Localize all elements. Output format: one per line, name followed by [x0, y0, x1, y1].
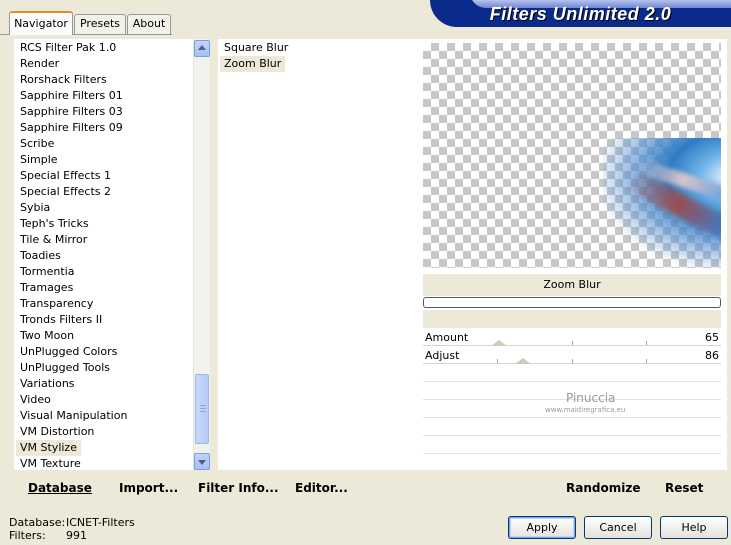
category-item[interactable]: Video	[20, 392, 51, 408]
import-button[interactable]: Import...	[119, 481, 178, 495]
grip-line	[200, 411, 206, 412]
category-item[interactable]: VM Texture	[20, 456, 81, 472]
reset-button[interactable]: Reset	[665, 481, 703, 495]
chevron-up-icon	[198, 45, 206, 50]
category-item[interactable]: Rorshack Filters	[20, 72, 107, 88]
category-item[interactable]: VM Stylize	[16, 440, 81, 456]
watermark-url: www.maidiregrafica.eu	[545, 406, 626, 414]
slider-tick	[572, 341, 573, 345]
scroll-thumb[interactable]	[195, 374, 209, 444]
preview-canvas	[423, 43, 721, 268]
category-item[interactable]: Visual Manipulation	[20, 408, 127, 424]
category-item[interactable]: Two Moon	[20, 328, 74, 344]
category-item[interactable]: Tile & Mirror	[20, 232, 87, 248]
editor-button[interactable]: Editor...	[295, 481, 348, 495]
category-item[interactable]: Scribe	[20, 136, 54, 152]
progress-bar	[423, 297, 721, 308]
slider-tick	[497, 359, 498, 363]
category-item[interactable]: Sapphire Filters 01	[20, 88, 123, 104]
slider-tick	[646, 359, 647, 363]
banner-title: Filters Unlimited 2.0	[489, 4, 672, 24]
tab-presets[interactable]: Presets	[74, 14, 126, 34]
category-item[interactable]: Teph's Tricks	[20, 216, 89, 232]
category-item[interactable]: UnPlugged Colors	[20, 344, 117, 360]
category-item[interactable]: Simple	[20, 152, 58, 168]
scroll-down-button[interactable]	[194, 453, 210, 470]
category-item[interactable]: Transparency	[20, 296, 93, 312]
help-button[interactable]: Help	[660, 516, 728, 539]
category-item[interactable]: Variations	[20, 376, 75, 392]
slider-tick	[572, 359, 573, 363]
row-divider	[423, 417, 721, 418]
category-item[interactable]: Render	[20, 56, 59, 72]
filter-info-button[interactable]: Filter Info...	[198, 481, 279, 495]
grip-line	[200, 405, 206, 406]
tab-navigator[interactable]: Navigator	[9, 11, 73, 35]
database-value: ICNET-Filters	[66, 516, 135, 529]
category-list[interactable]: RCS Filter Pak 1.0 Render Rorshack Filters…	[14, 39, 210, 470]
grip-line	[200, 408, 206, 409]
filter-item[interactable]: Zoom Blur	[220, 56, 286, 72]
watermark-name: Pinuccia	[566, 391, 616, 405]
filters-count: 991	[66, 529, 87, 542]
slider-label: Adjust	[425, 349, 460, 362]
category-item[interactable]: UnPlugged Tools	[20, 360, 110, 376]
category-item[interactable]: Sapphire Filters 09	[20, 120, 123, 136]
category-item[interactable]: RCS Filter Pak 1.0	[20, 40, 116, 56]
category-item[interactable]: Tronds Filters II	[20, 312, 102, 328]
slider-value: 86	[705, 349, 719, 362]
slider-value: 65	[705, 331, 719, 344]
slider-tick	[646, 341, 647, 345]
slider-track	[423, 345, 721, 346]
filter-list[interactable]: Square Blur Zoom Blur	[218, 39, 417, 470]
database-label: Database:	[9, 516, 66, 529]
list-toolbar: Database Import... Filter Info... Editor…	[8, 477, 415, 499]
slider-amount[interactable]: Amount 65	[423, 329, 721, 346]
category-item[interactable]: Special Effects 2	[20, 184, 111, 200]
scroll-up-button[interactable]	[194, 40, 210, 57]
category-item[interactable]: Toadies	[20, 248, 61, 264]
slider-adjust[interactable]: Adjust 86	[423, 347, 721, 364]
category-item[interactable]: Sapphire Filters 03	[20, 104, 123, 120]
empty-slider-area	[423, 364, 721, 470]
tab-about[interactable]: About	[127, 14, 171, 34]
banner: Filters Unlimited 2.0	[430, 0, 731, 27]
category-item[interactable]: Sybia	[20, 200, 50, 216]
row-divider	[423, 435, 721, 436]
slider-thumb[interactable]	[490, 340, 507, 346]
filter-item[interactable]: Square Blur	[224, 40, 288, 56]
database-button[interactable]: Database	[28, 481, 92, 495]
preview-toolbar: Randomize Reset	[423, 477, 721, 499]
randomize-button[interactable]: Randomize	[566, 481, 640, 495]
row-divider	[423, 453, 721, 454]
apply-button[interactable]: Apply	[508, 516, 576, 539]
current-filter-name: Zoom Blur	[423, 274, 721, 296]
category-item[interactable]: VM Distortion	[20, 424, 94, 440]
filters-label: Filters:	[9, 529, 46, 542]
row-divider	[423, 381, 721, 382]
category-item[interactable]: Tramages	[20, 280, 73, 296]
cancel-button[interactable]: Cancel	[584, 516, 652, 539]
category-item[interactable]: Special Effects 1	[20, 168, 111, 184]
chevron-down-icon	[198, 460, 206, 465]
spacer-bar	[423, 310, 721, 328]
slider-label: Amount	[425, 331, 469, 344]
category-item[interactable]: Tormentia	[20, 264, 74, 280]
